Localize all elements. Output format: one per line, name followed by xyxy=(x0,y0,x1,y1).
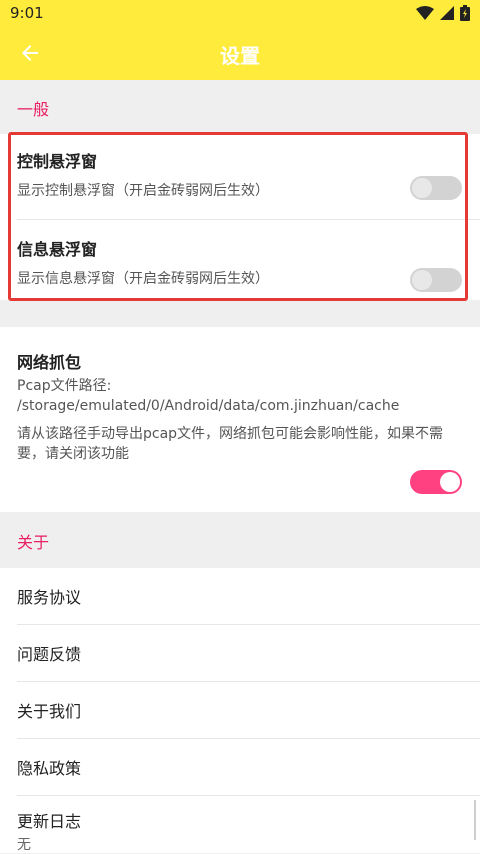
about-item-label: 问题反馈 xyxy=(17,645,82,664)
info-floating-window-toggle[interactable] xyxy=(410,268,462,292)
network-capture-description: 请从该路径手动导出pcap文件，网络抓包可能会影响性能，如果不需要，请关闭该功能 xyxy=(17,426,444,462)
status-icons xyxy=(416,5,470,21)
signal-icon xyxy=(440,6,454,20)
status-time: 9:01 xyxy=(10,4,44,22)
toggle-knob xyxy=(440,472,460,492)
about-item-feedback[interactable]: 问题反馈 xyxy=(0,625,480,682)
control-floating-window-toggle[interactable] xyxy=(410,176,462,200)
about-item-label: 关于我们 xyxy=(17,702,82,721)
network-capture-title: 网络抓包 xyxy=(17,353,82,372)
scrollbar[interactable] xyxy=(474,800,476,840)
setting-title: 控制悬浮窗 xyxy=(17,152,98,171)
section-header-about-label: 关于 xyxy=(17,533,50,552)
about-item-label: 服务协议 xyxy=(17,588,82,607)
network-capture-card: 网络抓包 Pcap文件路径: /storage/emulated/0/Andro… xyxy=(0,327,480,512)
section-header-general-label: 一般 xyxy=(17,100,50,119)
network-capture-toggle[interactable] xyxy=(410,470,462,494)
about-item-service-agreement[interactable]: 服务协议 xyxy=(0,568,480,625)
about-item-privacy-policy[interactable]: 隐私政策 xyxy=(0,739,480,796)
about-item-changelog[interactable]: 更新日志 无 xyxy=(0,796,480,853)
setting-subtitle: 显示信息悬浮窗（开启金砖弱网后生效） xyxy=(17,271,269,287)
about-item-subtitle: 无 xyxy=(17,837,31,853)
section-header-general: 一般 xyxy=(0,80,480,134)
battery-icon xyxy=(460,5,470,21)
about-item-about-us[interactable]: 关于我们 xyxy=(0,682,480,739)
section-header-about: 关于 xyxy=(0,513,480,567)
setting-info-floating-window[interactable]: 信息悬浮窗 显示信息悬浮窗（开启金砖弱网后生效） xyxy=(0,220,480,300)
toggle-knob xyxy=(412,178,432,198)
setting-title: 信息悬浮窗 xyxy=(17,240,98,259)
setting-control-floating-window[interactable]: 控制悬浮窗 显示控制悬浮窗（开启金砖弱网后生效） xyxy=(0,134,480,219)
about-item-label: 隐私政策 xyxy=(17,759,82,778)
general-card: 控制悬浮窗 显示控制悬浮窗（开启金砖弱网后生效） 信息悬浮窗 显示信息悬浮窗（开… xyxy=(0,134,480,300)
pcap-path-text: Pcap文件路径: /storage/emulated/0/Android/da… xyxy=(17,378,400,414)
toggle-knob xyxy=(412,270,432,290)
app-bar: 设置 xyxy=(0,26,480,80)
about-list: 服务协议 问题反馈 关于我们 隐私政策 更新日志 无 xyxy=(0,568,480,853)
page-title: 设置 xyxy=(220,44,260,68)
setting-subtitle: 显示控制悬浮窗（开启金砖弱网后生效） xyxy=(17,183,269,199)
status-bar: 9:01 xyxy=(0,0,480,26)
wifi-icon xyxy=(416,5,434,20)
about-item-label: 更新日志 xyxy=(17,812,82,831)
